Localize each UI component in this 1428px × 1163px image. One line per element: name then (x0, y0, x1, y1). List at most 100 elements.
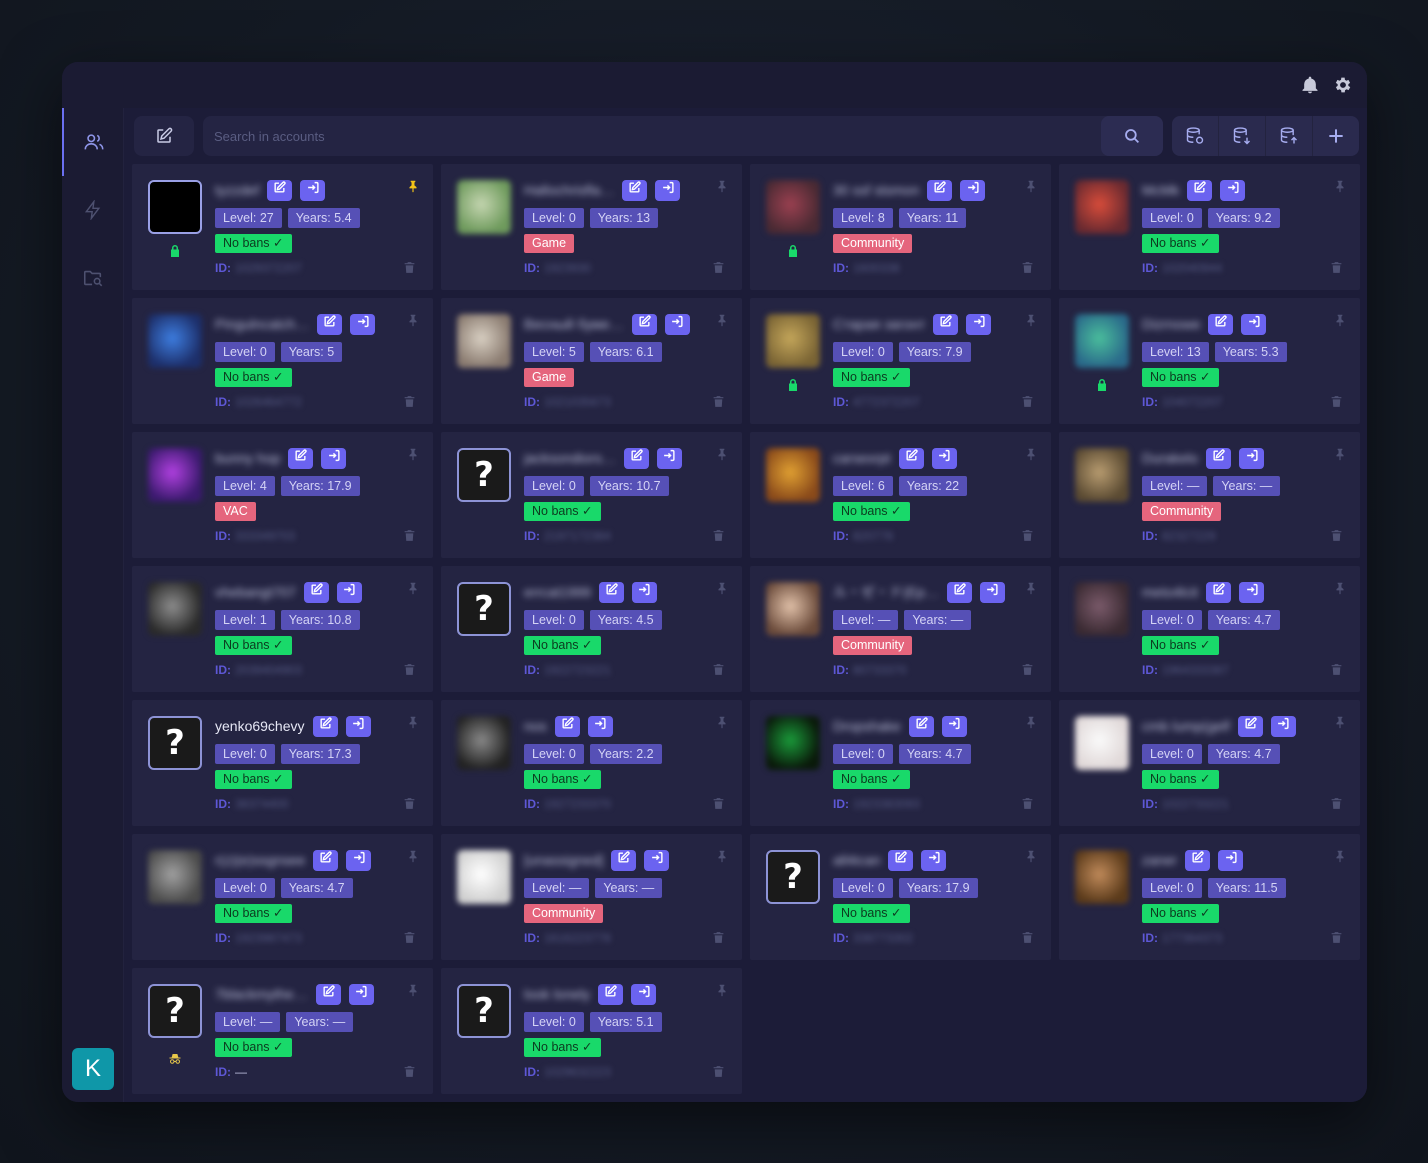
avatar-image[interactable] (457, 180, 511, 234)
account-card[interactable]: r(z)(e)ssgnsee Level: 0 Years: 4.7 No bans … (132, 834, 433, 960)
add-account-button[interactable] (1313, 116, 1359, 156)
pin-icon[interactable] (1333, 580, 1347, 596)
trash-icon[interactable] (403, 394, 417, 410)
edit-mode-button[interactable] (134, 116, 194, 156)
avatar-placeholder[interactable]: ? (457, 582, 511, 636)
login-button[interactable] (966, 313, 992, 335)
login-button[interactable] (655, 179, 681, 201)
edit-account-button[interactable] (1208, 313, 1234, 335)
login-button[interactable] (321, 447, 347, 469)
account-card[interactable]: ? jacksondiors… Level: 0 Years: 10.7 No bans… (441, 432, 742, 558)
login-button[interactable] (656, 447, 682, 469)
edit-account-button[interactable] (898, 447, 924, 469)
pin-icon[interactable] (1333, 848, 1347, 864)
trash-icon[interactable] (1330, 930, 1344, 946)
edit-account-button[interactable] (927, 179, 953, 201)
account-card[interactable]: ? errcat1999 Level: 0 Years: 4.5 No bans ✓ ID… (441, 566, 742, 692)
edit-account-button[interactable] (888, 849, 914, 871)
account-card[interactable]: Старая загонт Level: 0 Years: 7.9 No bans ✓… (750, 298, 1051, 424)
avatar-image[interactable] (457, 716, 511, 770)
trash-icon[interactable] (712, 528, 726, 544)
pin-icon[interactable] (715, 714, 729, 730)
export-database-button[interactable] (1266, 116, 1313, 156)
login-button[interactable] (587, 715, 613, 737)
account-card[interactable]: nos Level: 0 Years: 2.2 No bans ✓ ID: 1927233… (441, 700, 742, 826)
trash-icon[interactable] (1330, 796, 1344, 812)
edit-account-button[interactable] (317, 313, 343, 335)
edit-account-button[interactable] (908, 715, 934, 737)
trash-icon[interactable] (712, 1064, 726, 1080)
pin-icon[interactable] (406, 446, 420, 462)
account-card[interactable]: vhebangt707 Level: 1 Years: 10.8 No bans ✓ I… (132, 566, 433, 692)
avatar-image[interactable] (1075, 314, 1129, 368)
login-button[interactable] (664, 313, 690, 335)
sidebar-item-accounts[interactable] (62, 108, 124, 176)
edit-account-button[interactable] (1187, 179, 1213, 201)
pin-icon[interactable] (715, 982, 729, 998)
avatar-placeholder[interactable]: ? (457, 984, 511, 1038)
pin-icon[interactable] (1333, 714, 1347, 730)
account-card[interactable]: tyzzdef Level: 27 Years: 5.4 No bans ✓ ID: 10… (132, 164, 433, 290)
trash-icon[interactable] (1330, 662, 1344, 678)
login-button[interactable] (960, 179, 986, 201)
trash-icon[interactable] (403, 260, 417, 276)
avatar-image[interactable] (766, 716, 820, 770)
login-button[interactable] (1218, 849, 1244, 871)
edit-account-button[interactable] (598, 581, 624, 603)
account-card[interactable]: ? yenko69chevy Level: 0 Years: 17.3 No bans … (132, 700, 433, 826)
account-card[interactable]: ? look lonely Level: 0 Years: 5.1 No bans ✓ I… (441, 968, 742, 1094)
account-card[interactable]: Durakelo Level: — Years: — Community ID: 8232… (1059, 432, 1360, 558)
trash-icon[interactable] (403, 662, 417, 678)
login-button[interactable] (1239, 447, 1265, 469)
account-card[interactable]: Dropshake Level: 0 Years: 4.7 No bans ✓ ID: 1… (750, 700, 1051, 826)
avatar-image[interactable] (457, 850, 511, 904)
pin-icon[interactable] (1024, 848, 1038, 864)
avatar-placeholder[interactable]: ? (457, 448, 511, 502)
avatar-image[interactable] (148, 582, 202, 636)
bell-icon[interactable] (1300, 75, 1320, 95)
login-button[interactable] (941, 715, 967, 737)
trash-icon[interactable] (1330, 260, 1344, 276)
trash-icon[interactable] (712, 796, 726, 812)
login-button[interactable] (1270, 715, 1296, 737)
edit-account-button[interactable] (554, 715, 580, 737)
pin-icon[interactable] (715, 446, 729, 462)
trash-icon[interactable] (1021, 528, 1035, 544)
avatar-image[interactable] (766, 582, 820, 636)
pin-icon[interactable] (406, 178, 420, 194)
account-card[interactable]: Dizrnowe Level: 13 Years: 5.3 No bans ✓ ID: 1… (1059, 298, 1360, 424)
pin-icon[interactable] (715, 312, 729, 328)
trash-icon[interactable] (403, 796, 417, 812)
login-button[interactable] (921, 849, 947, 871)
edit-account-button[interactable] (611, 849, 637, 871)
edit-account-button[interactable] (1206, 581, 1232, 603)
trash-icon[interactable] (1021, 930, 1035, 946)
trash-icon[interactable] (712, 930, 726, 946)
account-card[interactable]: zaner Level: 0 Years: 11.5 No bans ✓ ID: 1773… (1059, 834, 1360, 960)
edit-account-button[interactable] (1237, 715, 1263, 737)
pin-icon[interactable] (1024, 446, 1038, 462)
sidebar-item-actions[interactable] (62, 176, 124, 244)
account-card[interactable]: ? 7blackmythe… Level: — Years: — No bans ✓ ID… (132, 968, 433, 1094)
trash-icon[interactable] (403, 1064, 417, 1080)
trash-icon[interactable] (403, 930, 417, 946)
trash-icon[interactable] (712, 260, 726, 276)
avatar-image[interactable] (1075, 180, 1129, 234)
pin-icon[interactable] (406, 714, 420, 730)
trash-icon[interactable] (1021, 662, 1035, 678)
pin-icon[interactable] (406, 580, 420, 596)
login-button[interactable] (1220, 179, 1246, 201)
account-card[interactable]: carsexrpt Level: 6 Years: 22 No bans ✓ ID: 82… (750, 432, 1051, 558)
edit-account-button[interactable] (315, 983, 341, 1005)
pin-icon[interactable] (1333, 178, 1347, 194)
trash-icon[interactable] (403, 528, 417, 544)
edit-account-button[interactable] (1206, 447, 1232, 469)
gear-icon[interactable] (1333, 75, 1353, 95)
login-button[interactable] (336, 581, 362, 603)
account-card[interactable]: cmb lump(gelf Level: 0 Years: 4.7 No bans ✓… (1059, 700, 1360, 826)
login-button[interactable] (1239, 581, 1265, 603)
search-button[interactable] (1101, 116, 1163, 156)
import-database-button[interactable] (1219, 116, 1266, 156)
avatar-image[interactable] (148, 180, 202, 234)
edit-account-button[interactable] (623, 447, 649, 469)
